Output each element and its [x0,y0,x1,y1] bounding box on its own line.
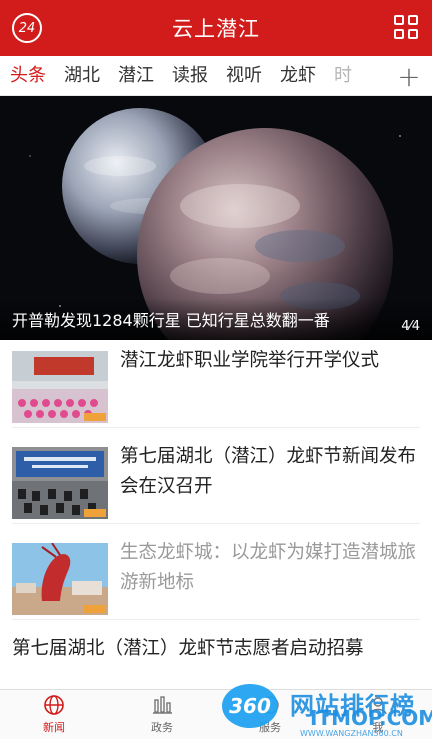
list-item[interactable]: 生态龙虾城：以龙虾为媒打造潜城旅游新地标 [12,532,420,620]
add-channel-button[interactable]: + [386,56,432,95]
list-item[interactable]: 第七届湖北（潜江）龙虾节新闻发布会在汉召开 [12,436,420,524]
tab-hubei[interactable]: 湖北 [55,56,109,95]
watermark-360-logo: 360 [222,684,278,728]
news-thumbnail [12,447,108,519]
news-headline: 潜江龙虾职业学院举行开学仪式 [120,350,380,371]
watermark-brand: ITMOP.COM [310,706,432,730]
watermark-url: WWW.WANGZHAN360.CN [300,729,403,738]
hero-banner[interactable]: 开普勒发现1284颗行星 已知行星总数翻一番 4⁄4 [0,96,432,340]
badge-24-icon[interactable]: 24 [12,13,42,43]
hero-pager: 4⁄4 [401,319,420,334]
channel-tabs: 头条 湖北 潜江 读报 视听 龙虾 时 + [0,56,432,96]
grid-menu-icon[interactable] [394,15,418,39]
tab-toutiao[interactable]: 头条 [0,56,55,95]
tab-partial[interactable]: 时 [325,56,361,95]
news-headline: 生态龙虾城：以龙虾为媒打造潜城旅游新地标 [120,542,417,593]
app-title: 云上潜江 [172,17,260,41]
nav-government[interactable]: 政务 [108,690,216,739]
news-thumbnail [12,351,108,423]
hero-caption-bar: 开普勒发现1284颗行星 已知行星总数翻一番 4⁄4 [0,298,432,340]
tab-longxia[interactable]: 龙虾 [271,56,325,95]
tab-qianjiang[interactable]: 潜江 [109,56,163,95]
list-item[interactable]: 潜江龙虾职业学院举行开学仪式 [12,340,420,428]
hero-caption: 开普勒发现1284颗行星 已知行星总数翻一番 [12,311,330,330]
app-header: 24 云上潜江 [0,0,432,56]
tab-dubao[interactable]: 读报 [163,56,217,95]
tab-shiting[interactable]: 视听 [217,56,271,95]
news-thumbnail [12,543,108,615]
news-headline-text-only[interactable]: 第七届湖北（潜江）龙虾节志愿者启动招募 [12,634,420,664]
nav-government-label: 政务 [151,721,173,734]
globe-icon [44,695,64,715]
nav-news-label: 新闻 [43,721,65,734]
news-headline: 第七届湖北（潜江）龙虾节新闻发布会在汉召开 [120,446,417,497]
bar-chart-icon [153,696,172,714]
nav-news[interactable]: 新闻 [0,690,108,739]
